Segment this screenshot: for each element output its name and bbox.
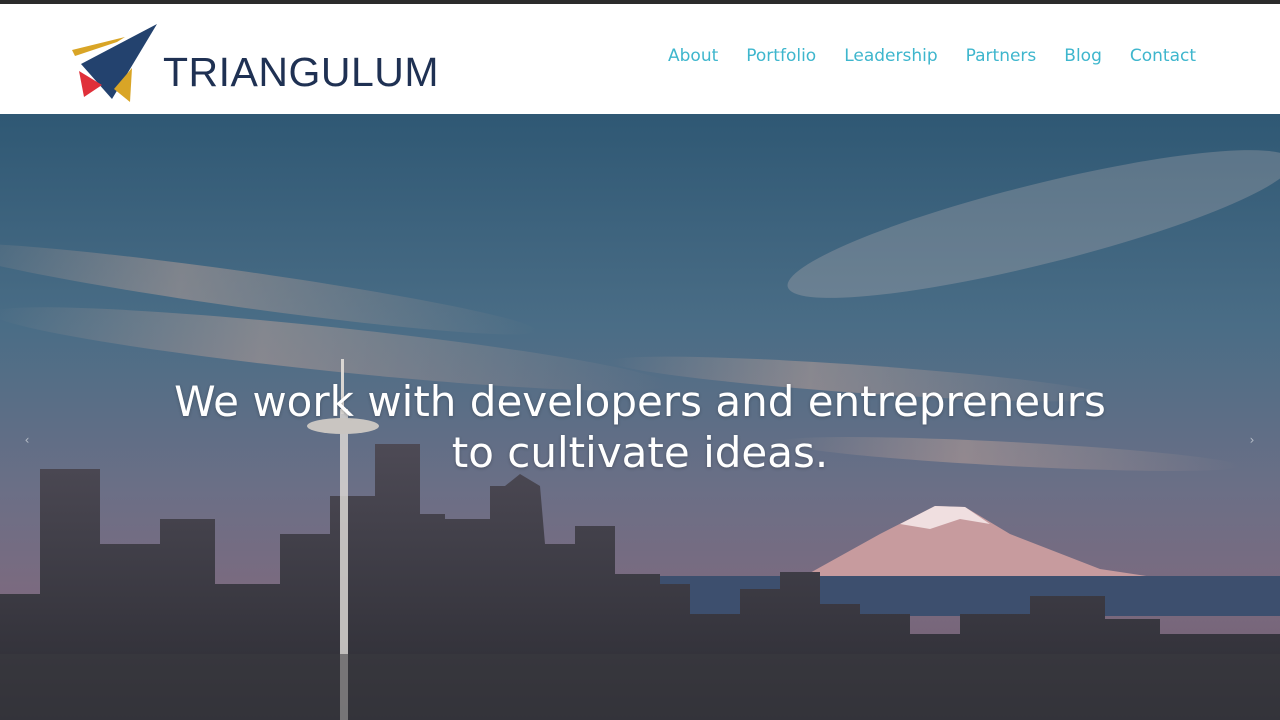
hero-slider: We work with developers and entrepreneur… [0, 114, 1280, 720]
main-nav: About Portfolio Leadership Partners Blog… [668, 48, 1196, 65]
brand-name: TRIANGULUM [163, 49, 440, 95]
nav-contact[interactable]: Contact [1130, 48, 1196, 65]
chevron-right-icon[interactable]: › [1244, 430, 1260, 450]
hero-headline: We work with developers and entrepreneur… [140, 376, 1140, 478]
nav-about[interactable]: About [668, 48, 718, 65]
logo-link[interactable]: TRIANGULUM [70, 20, 439, 104]
nav-portfolio[interactable]: Portfolio [746, 48, 816, 65]
triangle-logo-icon [72, 24, 157, 102]
nav-partners[interactable]: Partners [966, 48, 1037, 65]
nav-leadership[interactable]: Leadership [844, 48, 937, 65]
hero-headline-line-1: We work with developers and entrepreneur… [174, 377, 1106, 426]
nav-blog[interactable]: Blog [1064, 48, 1102, 65]
chevron-left-icon[interactable]: ‹ [19, 430, 35, 450]
site-header: TRIANGULUM About Portfolio Leadership Pa… [0, 4, 1280, 114]
hero-headline-line-2: to cultivate ideas. [451, 428, 829, 477]
